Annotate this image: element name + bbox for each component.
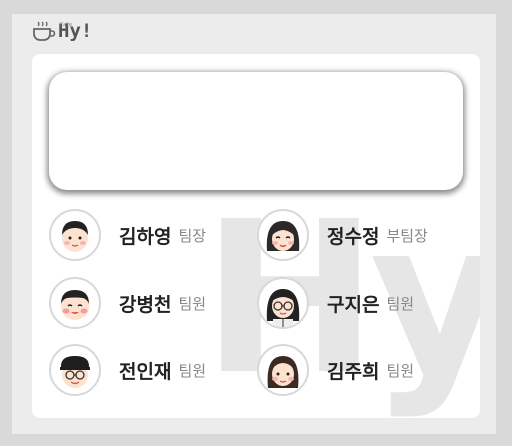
member-card[interactable]: 김주희 팀원: [257, 344, 414, 396]
brand-text: Cafe Hy!: [58, 20, 92, 42]
avatar-face-icon: [61, 290, 89, 320]
member-name: 전인재: [119, 360, 172, 383]
member-card[interactable]: 김하영 팀장: [49, 209, 206, 261]
avatar: [257, 344, 309, 396]
app-frame: Cafe Hy! Hy 김하영 팀장 정수정 부팀장 강병천 팀원 구지은 팀원…: [12, 14, 496, 434]
avatar-face-icon: [266, 289, 300, 327]
cafe-hy-logo: Cafe Hy!: [32, 20, 92, 42]
brand-small-text: Cafe: [60, 22, 73, 28]
member-name: 정수정: [327, 225, 380, 248]
avatar-face-icon: [266, 221, 300, 251]
avatar: [49, 277, 101, 329]
member-role: 팀원: [178, 294, 207, 313]
avatar: [257, 209, 309, 261]
member-name: 김하영: [119, 225, 172, 248]
member-role: 팀장: [178, 226, 207, 245]
avatar: [257, 277, 309, 329]
avatar-face-icon: [60, 356, 90, 388]
member-role: 부팀장: [386, 226, 428, 245]
member-card[interactable]: 강병천 팀원: [49, 277, 206, 329]
avatar: [49, 209, 101, 261]
member-card[interactable]: 구지은 팀원: [257, 277, 414, 329]
member-name: 구지은: [327, 293, 380, 316]
member-role: 팀원: [386, 361, 415, 380]
team-card: Hy 김하영 팀장 정수정 부팀장 강병천 팀원 구지은 팀원 전인재 팀원 김…: [32, 54, 480, 418]
member-card[interactable]: 전인재 팀원: [49, 344, 206, 396]
message-box[interactable]: [49, 72, 463, 190]
member-name: 김주희: [327, 360, 380, 383]
member-name: 강병천: [119, 293, 172, 316]
member-role: 팀원: [386, 294, 415, 313]
member-role: 팀원: [178, 361, 207, 380]
avatar: [49, 344, 101, 396]
avatar-face-icon: [62, 221, 88, 252]
avatar-face-icon: [267, 356, 299, 388]
member-card[interactable]: 정수정 부팀장: [257, 209, 428, 261]
coffee-cup-icon: [33, 21, 56, 41]
